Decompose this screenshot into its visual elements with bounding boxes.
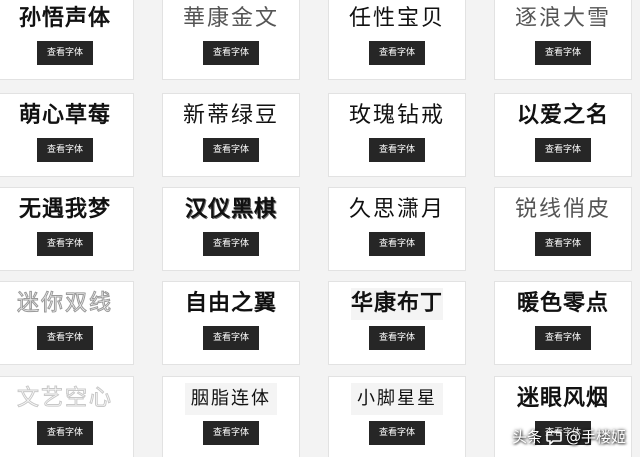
font-name: 无遇我梦	[18, 197, 111, 222]
font-card[interactable]: 孙悟声体 查看字体	[0, 0, 134, 80]
font-name: 锐线俏皮	[514, 197, 611, 222]
font-name: 文艺空心	[16, 386, 113, 412]
font-card[interactable]: 以爱之名 查看字体	[494, 93, 632, 177]
font-card[interactable]: 新蒂绿豆 查看字体	[162, 93, 300, 177]
view-font-button[interactable]: 查看字体	[369, 232, 425, 256]
font-name: 自由之翼	[184, 291, 277, 316]
font-grid: 孙悟声体 查看字体 華康金文 查看字体 任性宝贝 查看字体 逐浪大雪 查看字体 …	[0, 0, 640, 457]
view-font-button[interactable]: 查看字体	[37, 232, 93, 256]
font-name: 玫瑰钻戒	[348, 103, 445, 128]
font-card[interactable]: 无遇我梦 查看字体	[0, 187, 134, 271]
view-font-button[interactable]: 查看字体	[369, 138, 425, 162]
view-font-button[interactable]: 查看字体	[203, 326, 259, 350]
font-name: 以爱之名	[516, 103, 609, 128]
font-card[interactable]: 萌心草莓 查看字体	[0, 93, 134, 177]
chat-bubble-icon	[545, 428, 563, 446]
watermark-author: @手楼姬	[565, 428, 626, 446]
font-name: 萌心草莓	[18, 103, 111, 128]
view-font-button[interactable]: 查看字体	[37, 326, 93, 350]
font-name: 孙悟声体	[18, 6, 111, 31]
font-name: 任性宝贝	[348, 6, 445, 31]
font-card[interactable]: 锐线俏皮 查看字体	[494, 187, 632, 271]
view-font-button[interactable]: 查看字体	[535, 138, 591, 162]
font-card[interactable]: 華康金文 查看字体	[162, 0, 300, 80]
view-font-button[interactable]: 查看字体	[369, 326, 425, 350]
font-name: 小脚星星	[351, 383, 443, 415]
font-card[interactable]: 暖色零点 查看字体	[494, 281, 632, 365]
view-font-button[interactable]: 查看字体	[369, 41, 425, 65]
view-font-button[interactable]: 查看字体	[535, 232, 591, 256]
view-font-button[interactable]: 查看字体	[37, 138, 93, 162]
view-font-button[interactable]: 查看字体	[37, 421, 93, 445]
font-name: 汉仪黑棋	[184, 197, 277, 222]
font-card[interactable]: 自由之翼 查看字体	[162, 281, 300, 365]
font-name: 迷你双线	[16, 291, 113, 317]
view-font-button[interactable]: 查看字体	[535, 326, 591, 350]
view-font-button[interactable]: 查看字体	[203, 138, 259, 162]
watermark-source: 头条	[511, 428, 542, 446]
watermark: 头条 @手楼姬	[512, 426, 626, 447]
view-font-button[interactable]: 查看字体	[203, 41, 259, 65]
font-card[interactable]: 逐浪大雪 查看字体	[494, 0, 632, 80]
font-name: 暖色零点	[516, 291, 609, 316]
view-font-button[interactable]: 查看字体	[203, 421, 259, 445]
font-name: 逐浪大雪	[514, 6, 611, 31]
font-card[interactable]: 胭脂连体 查看字体	[162, 376, 300, 457]
font-card[interactable]: 玫瑰钻戒 查看字体	[328, 93, 466, 177]
font-name: 胭脂连体	[185, 383, 277, 415]
view-font-button[interactable]: 查看字体	[369, 421, 425, 445]
font-card[interactable]: 迷你双线 查看字体	[0, 281, 134, 365]
font-name: 华康布丁	[351, 288, 443, 320]
font-card[interactable]: 华康布丁 查看字体	[328, 281, 466, 365]
view-font-button[interactable]: 查看字体	[203, 232, 259, 256]
font-name: 迷眼风烟	[516, 386, 609, 411]
font-card[interactable]: 任性宝贝 查看字体	[328, 0, 466, 80]
font-card[interactable]: 久思潇月 查看字体	[328, 187, 466, 271]
font-name: 久思潇月	[348, 197, 445, 222]
view-font-button[interactable]: 查看字体	[37, 41, 93, 65]
font-name: 華康金文	[182, 6, 279, 31]
view-font-button[interactable]: 查看字体	[535, 41, 591, 65]
font-card[interactable]: 文艺空心 查看字体	[0, 376, 134, 457]
font-card[interactable]: 汉仪黑棋 查看字体	[162, 187, 300, 271]
font-card[interactable]: 小脚星星 查看字体	[328, 376, 466, 457]
font-name: 新蒂绿豆	[182, 103, 279, 128]
